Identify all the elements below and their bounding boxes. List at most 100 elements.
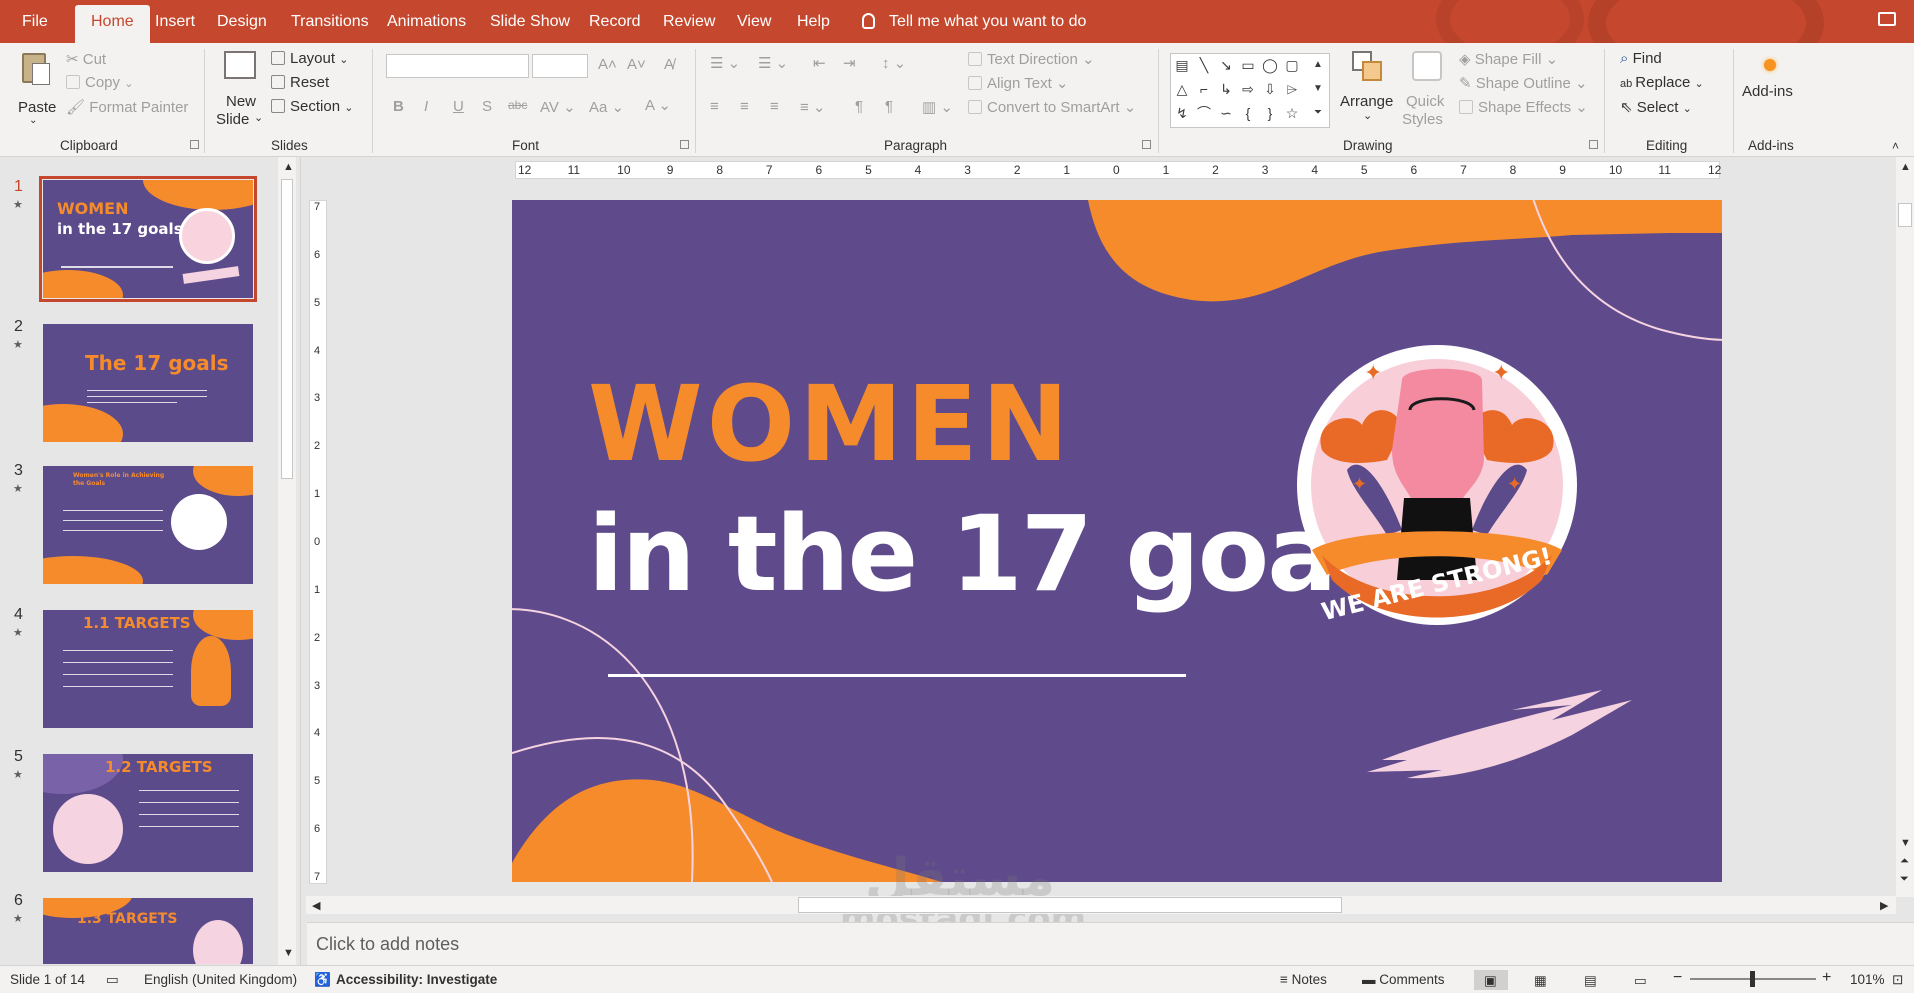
numbering-icon[interactable]: ☰ ⌄ xyxy=(758,54,788,72)
we-are-strong-badge[interactable]: WE ARE STRONG! ✦ ✦ ✦ ✦ xyxy=(1292,340,1582,640)
scroll-down-icon[interactable]: ▼ xyxy=(283,947,294,959)
replace-button[interactable]: ab Replace ⌄ xyxy=(1620,74,1704,91)
align-left-icon[interactable]: ≡ xyxy=(710,98,719,115)
gallery-down-icon[interactable]: ▼ xyxy=(1309,80,1327,98)
scroll-left-icon[interactable]: ◀ xyxy=(312,899,320,912)
textbox-shape-icon[interactable]: ▤ xyxy=(1173,56,1191,74)
quick-styles-button[interactable]: Quick Styles xyxy=(1402,49,1452,129)
tab-record[interactable]: Record xyxy=(589,0,641,43)
current-slide[interactable]: WOMEN in the 17 goals WE ARE STRONG! ✦ ✦… xyxy=(512,200,1722,882)
tab-design[interactable]: Design xyxy=(217,0,267,43)
accessibility-status[interactable]: Accessibility: Investigate xyxy=(336,972,497,987)
tab-review[interactable]: Review xyxy=(663,0,715,43)
zoom-level[interactable]: 101% xyxy=(1850,972,1885,987)
clear-format-icon[interactable]: A̸ xyxy=(664,56,674,73)
freeform-shape-icon[interactable]: ↯ xyxy=(1173,104,1191,122)
triangle-shape-icon[interactable]: △ xyxy=(1173,80,1191,98)
comments-button[interactable]: ▬ Comments xyxy=(1362,972,1445,987)
slide-sorter-button[interactable]: ▦ xyxy=(1524,970,1558,990)
line-spacing-icon[interactable]: ↕ ⌄ xyxy=(882,54,906,72)
vertical-scrollbar[interactable]: ▲ ▼ ⏶ ⏷ xyxy=(1896,157,1914,897)
new-slide-button[interactable]: New Slide ⌄ xyxy=(214,49,268,129)
select-button[interactable]: ⇖ Select ⌄ xyxy=(1620,98,1692,116)
notes-button[interactable]: ≡ Notes xyxy=(1280,972,1327,987)
collapse-ribbon-icon[interactable]: ˄ xyxy=(1892,139,1899,153)
layout-button[interactable]: Layout ⌄ xyxy=(271,50,348,67)
tab-slide-show[interactable]: Slide Show xyxy=(490,0,570,43)
align-center-icon[interactable]: ≡ xyxy=(740,98,749,115)
right-arrow-shape-icon[interactable]: ⇨ xyxy=(1239,80,1257,98)
copy-button[interactable]: Copy ⌄ xyxy=(66,74,133,91)
normal-view-button[interactable]: ▣ xyxy=(1474,970,1508,990)
reading-view-button[interactable]: ▤ xyxy=(1574,970,1608,990)
slide-thumbnail-6[interactable]: 1.3 TARGETS xyxy=(43,898,253,964)
next-slide-icon[interactable]: ⏷ xyxy=(1900,873,1909,886)
zoom-slider-thumb[interactable] xyxy=(1750,971,1755,987)
star-shape-icon[interactable]: ☆ xyxy=(1283,104,1301,122)
rectangle-shape-icon[interactable]: ▭ xyxy=(1239,56,1257,74)
font-size-input[interactable] xyxy=(532,54,588,78)
spellcheck-icon[interactable]: ▭ xyxy=(106,972,119,988)
down-arrow-shape-icon[interactable]: ⇩ xyxy=(1261,80,1279,98)
scroll-right-icon[interactable]: ▶ xyxy=(1880,899,1888,912)
curve-shape-icon[interactable]: ∽ xyxy=(1217,104,1235,122)
font-color-icon[interactable]: A ⌄ xyxy=(645,96,671,114)
ltr-icon[interactable]: ¶ xyxy=(855,98,863,115)
slide-thumbnail-1[interactable]: WOMEN in the 17 goals xyxy=(39,176,257,302)
font-launcher-icon[interactable] xyxy=(680,140,689,149)
text-direction-button[interactable]: Text Direction ⌄ xyxy=(968,50,1095,68)
format-painter-button[interactable]: 🖌 Format Painter xyxy=(66,98,188,116)
notes-pane[interactable]: Click to add notes xyxy=(307,922,1914,965)
decrease-indent-icon[interactable]: ⇤ xyxy=(813,54,826,72)
scroll-down-icon[interactable]: ▼ xyxy=(1900,837,1911,849)
justify-icon[interactable]: ≡ ⌄ xyxy=(800,98,826,116)
char-spacing-icon[interactable]: AV ⌄ xyxy=(540,98,576,116)
left-brace-shape-icon[interactable]: { xyxy=(1239,104,1257,122)
increase-indent-icon[interactable]: ⇥ xyxy=(843,54,856,72)
align-right-icon[interactable]: ≡ xyxy=(770,98,779,115)
align-text-button[interactable]: Align Text ⌄ xyxy=(968,74,1069,92)
strikethrough-icon[interactable]: abc xyxy=(508,98,527,112)
drawing-launcher-icon[interactable] xyxy=(1589,140,1598,149)
rounded-rect-shape-icon[interactable]: ▢ xyxy=(1283,56,1301,74)
add-ins-button[interactable]: Add-ins xyxy=(1742,49,1802,129)
gallery-up-icon[interactable]: ▲ xyxy=(1309,56,1327,74)
slide-thumbnail-2[interactable]: The 17 goals xyxy=(43,324,253,442)
horizontal-scrollbar[interactable]: ◀ ▶ xyxy=(306,896,1896,914)
rtl-icon[interactable]: ¶ xyxy=(885,98,893,115)
decrease-font-icon[interactable]: A˅ xyxy=(627,56,646,73)
increase-font-icon[interactable]: A˄ xyxy=(598,56,617,73)
slideshow-button[interactable]: ▭ xyxy=(1624,970,1658,990)
tab-help[interactable]: Help xyxy=(797,0,830,43)
convert-smartart-button[interactable]: Convert to SmartArt ⌄ xyxy=(968,98,1136,116)
scroll-up-icon[interactable]: ▲ xyxy=(1900,161,1911,173)
scroll-thumb[interactable] xyxy=(281,179,293,479)
tab-file[interactable]: File xyxy=(22,0,48,43)
right-brace-shape-icon[interactable]: } xyxy=(1261,104,1279,122)
tell-me-search[interactable]: Tell me what you want to do xyxy=(862,0,1086,43)
section-button[interactable]: Section ⌄ xyxy=(271,98,353,115)
elbow-shape-icon[interactable]: ⌐ xyxy=(1195,80,1213,98)
thumbnails-scrollbar[interactable]: ▲ ▼ xyxy=(278,157,296,965)
arc-shape-icon[interactable]: ⌒ xyxy=(1195,104,1213,122)
scroll-thumb[interactable] xyxy=(1898,203,1912,227)
slide-counter[interactable]: Slide 1 of 14 xyxy=(10,972,85,987)
shadow-icon[interactable]: S xyxy=(482,98,492,115)
find-button[interactable]: ⌕ Find xyxy=(1620,50,1662,67)
elbow-arrow-shape-icon[interactable]: ↳ xyxy=(1217,80,1235,98)
columns-icon[interactable]: ▥ ⌄ xyxy=(922,98,953,116)
shapes-gallery[interactable]: ▤ ╲ ↘ ▭ ◯ ▢ △ ⌐ ↳ ⇨ ⇩ ⌲ ↯ ⌒ ∽ { } ☆ ▲ ▼ … xyxy=(1170,53,1330,128)
gallery-more-icon[interactable]: ⏷ xyxy=(1309,104,1327,122)
cut-button[interactable]: ✂ Cut xyxy=(66,50,106,68)
slide-thumbnail-4[interactable]: 1.1 TARGETS xyxy=(43,610,253,728)
notes-placeholder[interactable]: Click to add notes xyxy=(316,934,459,955)
slide-thumbnail-3[interactable]: Women's Role in Achieving the Goals xyxy=(43,466,253,584)
paste-button[interactable]: Paste ⌄ xyxy=(15,49,56,129)
clipboard-launcher-icon[interactable] xyxy=(190,140,199,149)
shape-outline-button[interactable]: ✎ Shape Outline ⌄ xyxy=(1459,74,1588,92)
change-case-icon[interactable]: Aa ⌄ xyxy=(589,98,624,116)
font-name-input[interactable] xyxy=(386,54,529,78)
comments-icon[interactable] xyxy=(1878,12,1896,26)
tab-home[interactable]: Home xyxy=(75,5,150,43)
paragraph-launcher-icon[interactable] xyxy=(1142,140,1151,149)
